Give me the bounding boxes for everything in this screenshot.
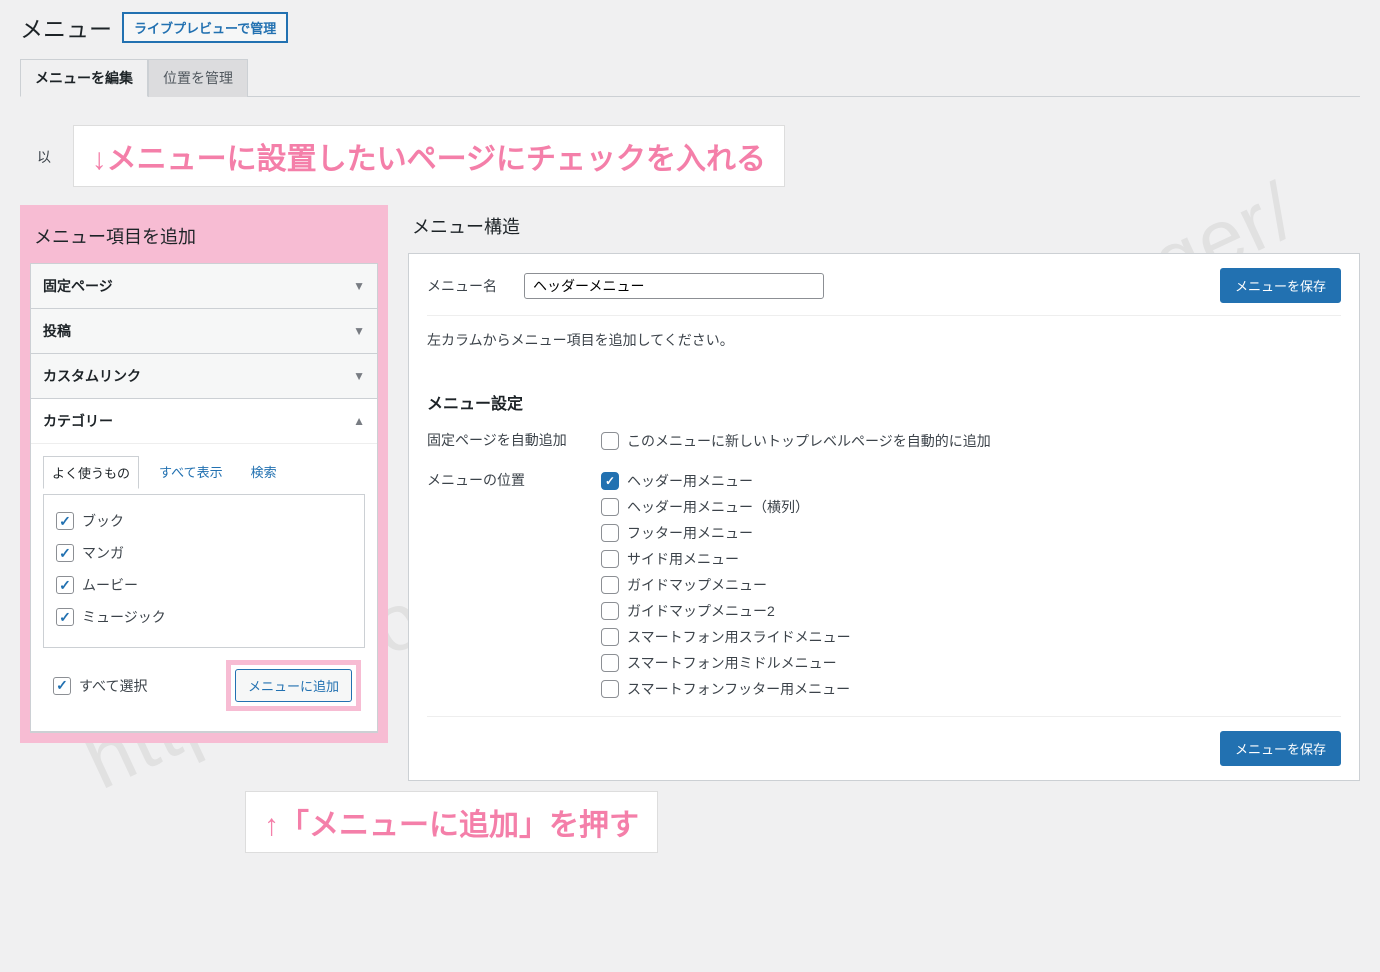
menu-panel: メニュー名 メニューを保存 左カラムからメニュー項目を追加してください。 メニュ… [408,253,1360,781]
item-label: ブック [82,511,124,531]
tab-edit-menu[interactable]: メニューを編集 [20,59,148,97]
save-menu-button-bottom[interactable]: メニューを保存 [1220,731,1341,766]
annotation-bottom: ↑「メニューに追加」を押す [245,791,658,853]
checkbox-position-8[interactable] [601,680,619,698]
annotation-top: ↓メニューに設置したいページにチェックを入れる [73,125,785,187]
checkbox-book[interactable] [56,512,74,530]
opt-row: ガイドマップメニュー [601,572,1341,598]
opt-row: ヘッダー用メニュー [601,468,1341,494]
position-label-text: ヘッダー用メニュー [627,471,753,491]
position-label-text: フッター用メニュー [627,523,753,543]
empty-note: 左カラムからメニュー項目を追加してください。 [427,330,1341,350]
position-label-text: スマートフォン用スライドメニュー [627,627,851,647]
checkbox-movie[interactable] [56,576,74,594]
accordion-categories-body: よく使うもの すべて表示 検索 ブック マンガ [31,444,377,732]
accordion-categories[interactable]: カテゴリー ▲ [31,399,377,444]
page-title: メニュー [20,10,112,44]
checkbox-music[interactable] [56,608,74,626]
accordion-categories-label: カテゴリー [43,411,113,431]
list-item: ミュージック [54,601,354,633]
select-all-row: すべて選択 [51,670,149,702]
position-label-text: ヘッダー用メニュー（横列） [627,497,809,517]
position-label-text: ガイドマップメニュー2 [627,601,775,621]
tab-manage-locations[interactable]: 位置を管理 [148,59,248,97]
opt-row: このメニューに新しいトップレベルページを自動的に追加 [601,428,1341,454]
auto-add-row: 固定ページを自動追加 このメニューに新しいトップレベルページを自動的に追加 [427,428,1341,454]
opt-row: スマートフォン用ミドルメニュー [601,650,1341,676]
list-item: ムービー [54,569,354,601]
position-label-text: スマートフォンフッター用メニュー [627,679,850,699]
menu-name-label: メニュー名 [427,276,512,296]
checkbox-position-4[interactable] [601,576,619,594]
auto-add-desc: このメニューに新しいトップレベルページを自動的に追加 [627,431,991,451]
checkbox-select-all[interactable] [53,677,71,695]
accordion-custom-links[interactable]: カスタムリンク ▼ [31,354,377,399]
checkbox-position-2[interactable] [601,524,619,542]
opt-row: サイド用メニュー [601,546,1341,572]
list-item: ブック [54,505,354,537]
accordion-custom-label: カスタムリンク [43,366,141,386]
opt-row: スマートフォンフッター用メニュー [601,676,1341,702]
annotation-bottom-row: ↑「メニューに追加」を押す [245,791,1360,853]
opt-row: ヘッダー用メニュー（横列） [601,494,1341,520]
intro-prefix: 以 [37,149,51,165]
opt-row: フッター用メニュー [601,520,1341,546]
highlight-box-add-button: メニューに追加 [226,660,361,711]
item-label: ミュージック [82,607,166,627]
checkbox-auto-add[interactable] [601,432,619,450]
left-column: メニュー項目を追加 固定ページ ▼ 投稿 ▼ カスタムリンク ▼ カテゴリー ▲ [20,205,388,781]
add-items-heading: メニュー項目を追加 [34,223,378,249]
checkbox-position-0[interactable] [601,472,619,490]
checkbox-position-3[interactable] [601,550,619,568]
menu-name-row: メニュー名 [427,273,824,299]
accordion-footer: すべて選択 メニューに追加 [43,648,365,723]
menu-name-input[interactable] [524,273,824,299]
position-row: メニューの位置 ヘッダー用メニューヘッダー用メニュー（横列） フッター用メニューサ… [427,468,1341,702]
menu-settings-heading: メニュー設定 [427,390,1341,414]
checkbox-position-1[interactable] [601,498,619,516]
chevron-up-icon: ▲ [353,414,365,428]
menu-structure-heading: メニュー構造 [412,213,1360,239]
annotation-top-row: 以 ↓メニューに設置したいページにチェックを入れる [55,125,1360,187]
tab-bar: メニューを編集 位置を管理 [20,59,1360,97]
position-label-text: ガイドマップメニュー [627,575,767,595]
checkbox-position-6[interactable] [601,628,619,646]
subtabs: よく使うもの すべて表示 検索 [43,456,365,488]
checkbox-position-5[interactable] [601,602,619,620]
panel-header-row: メニュー名 メニューを保存 [427,268,1341,316]
position-options: ヘッダー用メニューヘッダー用メニュー（横列） フッター用メニューサイド用メニューガ… [601,468,1341,702]
accordion: 固定ページ ▼ 投稿 ▼ カスタムリンク ▼ カテゴリー ▲ [30,263,378,733]
subtab-all[interactable]: すべて表示 [151,456,231,488]
panel-bottom: メニューを保存 [427,716,1341,766]
checkbox-position-7[interactable] [601,654,619,672]
highlight-box-left: メニュー項目を追加 固定ページ ▼ 投稿 ▼ カスタムリンク ▼ カテゴリー ▲ [20,205,388,743]
manage-live-preview-button[interactable]: ライブプレビューで管理 [122,12,288,43]
opt-row: ガイドマップメニュー2 [601,598,1341,624]
list-item: マンガ [54,537,354,569]
right-column: メニュー構造 メニュー名 メニューを保存 左カラムからメニュー項目を追加してくだ… [408,205,1360,781]
subtab-frequent[interactable]: よく使うもの [43,456,139,489]
chevron-down-icon: ▼ [353,369,365,383]
opt-row: スマートフォン用スライドメニュー [601,624,1341,650]
accordion-pages[interactable]: 固定ページ ▼ [31,264,377,309]
auto-add-label: 固定ページを自動追加 [427,428,577,450]
category-checklist: ブック マンガ ムービー ミュージック [43,494,365,648]
accordion-posts-label: 投稿 [43,321,71,341]
item-label: ムービー [82,575,138,595]
auto-add-options: このメニューに新しいトップレベルページを自動的に追加 [601,428,1341,454]
checkbox-manga[interactable] [56,544,74,562]
select-all-label: すべて選択 [79,676,147,696]
subtab-search[interactable]: 検索 [243,456,285,488]
chevron-down-icon: ▼ [353,324,365,338]
position-label: メニューの位置 [427,468,577,490]
chevron-down-icon: ▼ [353,279,365,293]
position-label-text: サイド用メニュー [627,549,739,569]
position-label-text: スマートフォン用ミドルメニュー [627,653,837,673]
accordion-posts[interactable]: 投稿 ▼ [31,309,377,354]
page-header: メニュー ライブプレビューで管理 [20,10,1360,44]
item-label: マンガ [82,543,124,563]
add-to-menu-button[interactable]: メニューに追加 [235,669,352,702]
accordion-pages-label: 固定ページ [43,276,113,296]
save-menu-button-top[interactable]: メニューを保存 [1220,268,1341,303]
